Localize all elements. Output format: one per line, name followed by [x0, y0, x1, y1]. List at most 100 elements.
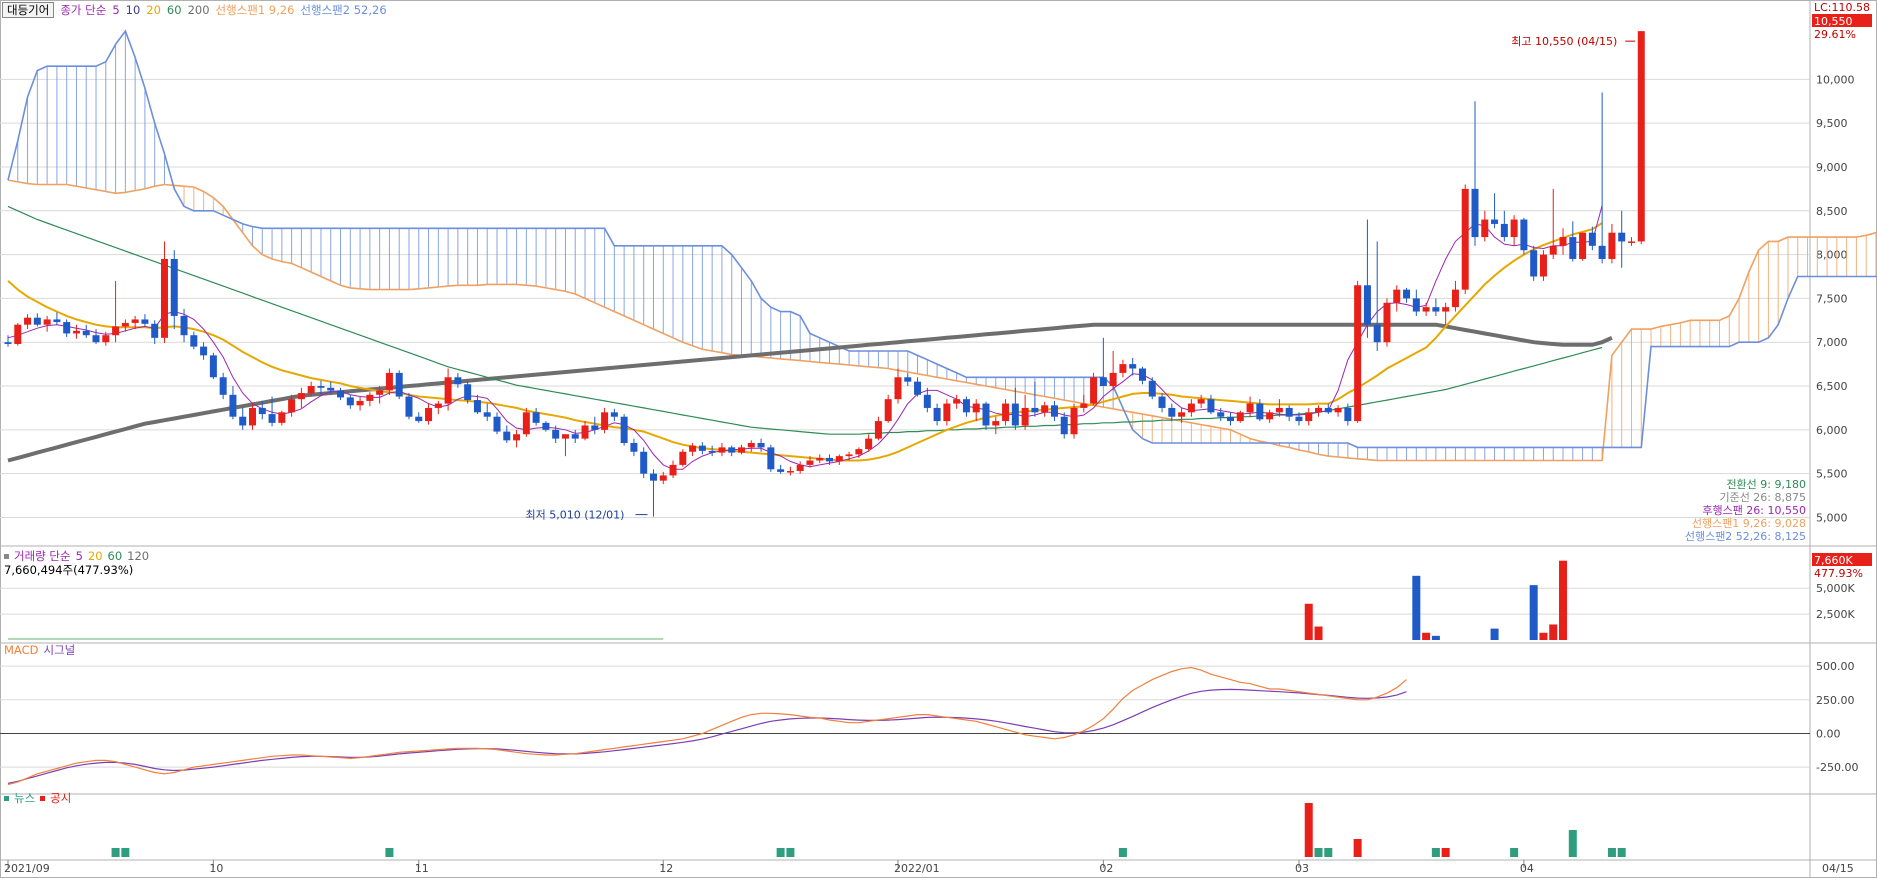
- candle-body: [346, 397, 354, 406]
- news-bar: [385, 848, 394, 857]
- candle-body: [1354, 285, 1362, 422]
- candle-body: [855, 449, 863, 455]
- price-tick-label: 6,000: [1816, 424, 1848, 437]
- candle-body: [356, 400, 364, 406]
- chart-svg[interactable]: 5,000 5,500 6,000 6,500 7,000 7,500 8,000 8,500…: [0, 0, 1877, 878]
- volume-bar: [1422, 632, 1431, 640]
- candle-body: [503, 431, 511, 441]
- candle-body: [1491, 219, 1499, 224]
- news-legend: 뉴스 공시: [4, 790, 76, 806]
- chart-frame: [0, 0, 1877, 878]
- ichimoku-value-label: 전환선 9: 9,180: [1726, 478, 1806, 491]
- candle-body: [1334, 407, 1342, 413]
- candle-body: [317, 386, 325, 388]
- candle-body: [209, 355, 217, 378]
- candle-body: [1178, 412, 1186, 417]
- candle-body: [258, 407, 266, 415]
- candle-body: [141, 319, 149, 324]
- candle-body: [1471, 188, 1479, 238]
- ichimoku-value-label: 선행스팬1 9,26: 9,028: [1692, 517, 1806, 530]
- candle-body: [923, 394, 931, 408]
- candle-body: [1451, 289, 1459, 308]
- chart-mode-button[interactable]: 대등기어: [2, 2, 55, 18]
- candle-body: [1275, 407, 1283, 413]
- candle-body: [307, 386, 315, 394]
- candle-body: [63, 322, 71, 334]
- candle-body: [151, 323, 159, 338]
- candle-body: [1138, 368, 1146, 381]
- candle-body: [327, 387, 335, 391]
- candle-body: [493, 416, 501, 432]
- candle-body: [982, 403, 990, 426]
- candle-body: [121, 322, 129, 327]
- candle-body: [200, 346, 208, 356]
- candle-body: [1227, 416, 1234, 422]
- candle-body: [219, 377, 227, 395]
- candle-body: [708, 450, 716, 453]
- volume-bar: [1529, 585, 1538, 640]
- candle-body: [1393, 289, 1401, 303]
- candle-body: [1530, 250, 1538, 277]
- candle-body: [180, 315, 188, 336]
- candle-body: [464, 384, 472, 401]
- candle-body: [1598, 245, 1606, 259]
- chart-stage[interactable]: 5,000 5,500 6,000 6,500 7,000 7,500 8,000 8,500…: [0, 0, 1877, 878]
- candle-body: [278, 412, 286, 423]
- candle-body: [366, 394, 374, 401]
- candle-body: [659, 475, 667, 481]
- candle-body: [1236, 412, 1244, 422]
- news-bar: [1617, 848, 1626, 857]
- volume-tick-label: 5,000K: [1816, 582, 1855, 595]
- low-annotation: 최저 5,010 (12/01): [525, 509, 624, 522]
- candle-body: [689, 445, 697, 452]
- candle-body: [1627, 241, 1635, 243]
- candle-body: [620, 416, 628, 443]
- news-bar: [111, 848, 120, 857]
- news-bar: [1568, 830, 1577, 857]
- news-bar: [121, 848, 130, 857]
- candle-body: [454, 377, 462, 385]
- news-bar: [1314, 848, 1323, 857]
- volume-bar: [1559, 560, 1568, 640]
- candle-body: [1041, 405, 1049, 413]
- news-bar: [776, 848, 785, 857]
- volume-current-label: 7,660K: [1814, 554, 1853, 567]
- candle-body: [1060, 416, 1068, 435]
- candle-body: [190, 335, 198, 347]
- candle-body: [1246, 403, 1254, 413]
- candle-body: [630, 442, 638, 452]
- candle-body: [679, 451, 687, 465]
- candle-body: [53, 319, 61, 323]
- candle-body: [786, 471, 794, 473]
- candle-body: [1569, 237, 1577, 259]
- candle-body: [874, 421, 882, 439]
- price-tick-label: 6,500: [1816, 380, 1848, 393]
- candle-body: [894, 377, 902, 400]
- candle-body: [1197, 399, 1205, 404]
- candle-body: [1637, 31, 1645, 242]
- candle-body: [288, 399, 296, 413]
- candle-body: [1031, 407, 1039, 413]
- candle-body: [767, 447, 775, 470]
- candle-body: [777, 469, 785, 472]
- news-bar: [1510, 848, 1519, 857]
- candle-body: [571, 434, 579, 439]
- volume-bar: [1412, 575, 1421, 640]
- candle-body: [249, 407, 256, 426]
- candle-body: [14, 324, 22, 344]
- candle-body: [914, 381, 922, 395]
- disclosure-bar: [1353, 839, 1362, 857]
- candle-body: [1080, 403, 1088, 408]
- news-bar: [1324, 848, 1333, 857]
- candle-body: [1588, 232, 1596, 246]
- lc-label: LC:110.58: [1814, 1, 1870, 14]
- candle-body: [757, 442, 765, 448]
- macd-tick-label: 500.00: [1816, 660, 1855, 673]
- candle-body: [473, 400, 481, 413]
- price-ma-label: 종가 단순: [60, 3, 107, 17]
- candle-body: [1070, 407, 1078, 435]
- volume-pct-label: 477.93%: [1814, 567, 1863, 580]
- candle-body: [1510, 219, 1518, 238]
- macd-legend: MACD 시그널: [4, 642, 80, 658]
- candle-body: [4, 342, 12, 344]
